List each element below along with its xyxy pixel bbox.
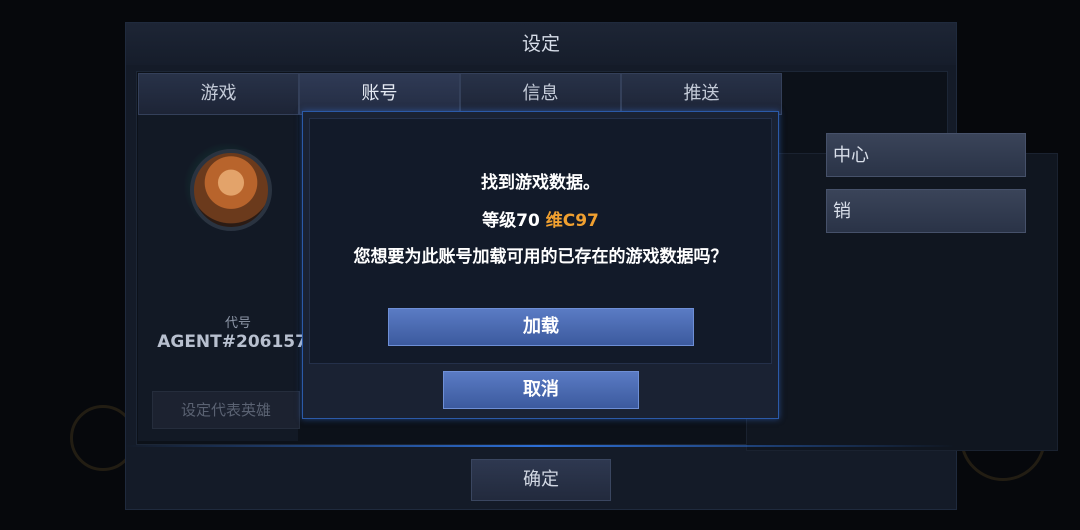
settings-title: 设定 [126, 23, 956, 65]
confirm-button[interactable]: 确定 [471, 459, 611, 501]
account-center-button[interactable]: 中心 [826, 133, 1026, 177]
dialog-question: 您想要为此账号加载可用的已存在的游戏数据吗？ [353, 247, 728, 267]
account-logout-button[interactable]: 销 [826, 189, 1026, 233]
dialog-message: 找到游戏数据。 [481, 173, 600, 193]
server-text: 维C97 [545, 211, 599, 231]
tab-info[interactable]: 信息 [460, 73, 621, 115]
set-representative-hero-button[interactable]: 设定代表英雄 [152, 391, 300, 429]
divider-glow-line [125, 445, 955, 447]
tab-game[interactable]: 游戏 [138, 73, 299, 115]
game-data-found-dialog: 找到游戏数据。 等级70 维C97 您想要为此账号加载可用的已存在的游戏数据吗？… [302, 111, 779, 419]
load-button[interactable]: 加载 [388, 308, 694, 346]
avatar[interactable] [190, 149, 272, 231]
tab-push[interactable]: 推送 [621, 73, 782, 115]
dialog-level-line: 等级70 维C97 [303, 206, 778, 231]
level-text: 等级70 [482, 211, 540, 231]
cancel-button[interactable]: 取消 [443, 371, 639, 409]
tab-account[interactable]: 账号 [299, 73, 460, 115]
